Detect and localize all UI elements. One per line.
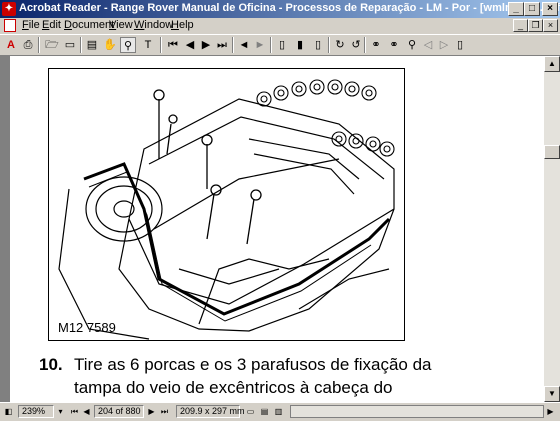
zoom-level[interactable]: 239%: [18, 405, 54, 418]
step-number: 10.: [39, 355, 63, 374]
page-size: 209.9 x 297 mm: [176, 405, 245, 418]
menu-document[interactable]: Document: [64, 19, 114, 31]
scroll-down-button[interactable]: ▼: [544, 386, 560, 402]
fit-page-icon[interactable]: ▮: [292, 37, 308, 53]
camshaft-cover-drawing: [58, 79, 395, 340]
actual-size-icon[interactable]: ▯: [274, 37, 290, 53]
toolbar-separator: [232, 37, 234, 53]
title-bar: ✦ Acrobat Reader - Range Rover Manual de…: [0, 0, 560, 18]
scroll-right-button[interactable]: ▶: [544, 405, 557, 418]
save-icon[interactable]: ▭: [62, 37, 78, 53]
text-select-icon[interactable]: T: [140, 37, 156, 53]
toolbar-separator: [364, 37, 366, 53]
print-icon[interactable]: ⎙: [20, 37, 36, 53]
menu-file[interactable]: File: [22, 19, 40, 31]
menu-view[interactable]: View: [109, 19, 133, 31]
previous-page-button[interactable]: ◀: [80, 405, 93, 418]
acrobat-app-icon[interactable]: ✦: [2, 2, 16, 16]
page-margin: [0, 56, 10, 402]
find-icon[interactable]: ⚭: [368, 37, 384, 53]
toolbar-separator: [160, 37, 162, 53]
scroll-thumb[interactable]: [544, 145, 560, 159]
zoom-dropdown-icon[interactable]: ▾: [54, 405, 67, 418]
close-button[interactable]: ×: [542, 2, 558, 16]
page-indicator[interactable]: 204 of 880: [94, 405, 144, 418]
minimize-button[interactable]: _: [508, 2, 524, 16]
menu-bar: File Edit Document View Window Help _ ❐ …: [0, 18, 560, 34]
horizontal-scrollbar[interactable]: [290, 405, 544, 418]
facing-layout-icon[interactable]: ▥: [272, 405, 285, 418]
document-icon[interactable]: [4, 19, 16, 32]
toolbar-separator: [80, 37, 82, 53]
previous-highlight-icon[interactable]: ◁: [420, 37, 436, 53]
figure-code: M12 7589: [58, 320, 116, 335]
doc-close-button[interactable]: ×: [543, 19, 558, 32]
next-page-button[interactable]: ▶: [145, 405, 158, 418]
search-icon[interactable]: ⚭: [386, 37, 402, 53]
step-text-line: tampa do veio de excêntricos à cabeça do: [74, 378, 393, 397]
maximize-button[interactable]: □: [524, 2, 540, 16]
acrobat-icon[interactable]: A: [3, 37, 19, 53]
toolbar-separator: [38, 37, 40, 53]
page-layout-icon[interactable]: ▭: [244, 405, 257, 418]
last-page-icon[interactable]: ⏭: [214, 37, 230, 53]
menu-edit[interactable]: Edit: [42, 19, 61, 31]
previous-page-icon[interactable]: ◀: [182, 37, 198, 53]
document-page: M12 7589 10. Tire as 6 porcas e os 3 par…: [10, 56, 544, 402]
fit-width-icon[interactable]: ▯: [310, 37, 326, 53]
menu-window[interactable]: Window: [134, 19, 173, 31]
doc-restore-button[interactable]: ❐: [528, 19, 543, 32]
step-text-line: Tire as 6 porcas e os 3 parafusos de fix…: [74, 355, 432, 374]
open-icon[interactable]: 🗁: [44, 37, 60, 53]
search-results-icon[interactable]: ⚲: [404, 37, 420, 53]
zoom-tool-icon[interactable]: ⚲: [120, 37, 136, 53]
doc-minimize-button[interactable]: _: [513, 19, 528, 32]
vertical-scrollbar[interactable]: ▲ ▼: [544, 56, 560, 402]
show-navigation-icon[interactable]: ▤: [84, 37, 100, 53]
rotate-icon[interactable]: ↻: [332, 37, 348, 53]
scroll-up-button[interactable]: ▲: [544, 56, 560, 72]
toolbar-separator: [270, 37, 272, 53]
go-forward-icon[interactable]: ►: [252, 37, 268, 53]
menu-help[interactable]: Help: [171, 19, 194, 31]
toolbar-separator: [328, 37, 330, 53]
first-page-icon[interactable]: ⏮: [165, 37, 181, 53]
rotate-ccw-icon[interactable]: ↺: [348, 37, 364, 53]
hand-tool-icon[interactable]: ✋: [102, 37, 118, 53]
status-bar: ◧ 239% ▾ ⏮ ◀ 204 of 880 ▶ ⏭ 209.9 x 297 …: [0, 402, 560, 421]
web-icon[interactable]: ▯: [452, 37, 468, 53]
next-highlight-icon[interactable]: ▷: [436, 37, 452, 53]
next-page-icon[interactable]: ▶: [198, 37, 214, 53]
navigation-toggle-icon[interactable]: ◧: [2, 405, 15, 418]
continuous-layout-icon[interactable]: ▤: [258, 405, 271, 418]
last-page-button[interactable]: ⏭: [158, 405, 171, 418]
go-back-icon[interactable]: ◄: [236, 37, 252, 53]
toolbar: A ⎙ 🗁 ▭ ▤ ✋ ⚲ T ⏮ ◀ ▶ ⏭ ◄ ► ▯ ▮ ▯ ↻ ↺ ⚭ …: [0, 34, 560, 56]
engine-illustration: M12 7589: [48, 68, 405, 341]
window-title: Acrobat Reader - Range Rover Manual de O…: [19, 2, 560, 14]
